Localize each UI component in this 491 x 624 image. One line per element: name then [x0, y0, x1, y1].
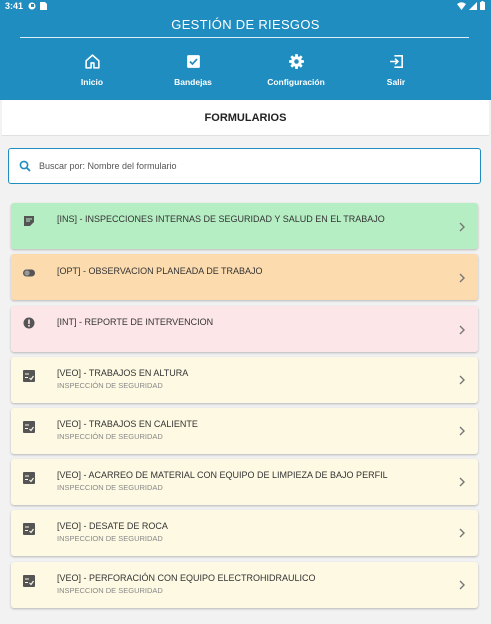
chevron-right-icon: [459, 580, 465, 590]
form-card[interactable]: [INT] - REPORTE DE INTERVENCION: [11, 306, 478, 352]
chevron-right-icon: [459, 477, 465, 487]
app-title: GESTIÓN DE RIESGOS: [171, 17, 320, 32]
nav-salir[interactable]: Salir: [341, 53, 451, 87]
checklist-icon: [23, 370, 35, 382]
exit-icon: [389, 55, 403, 68]
form-title: [VEO] - DESATE DE ROCA: [57, 521, 168, 531]
chevron-right-icon: [459, 222, 465, 232]
nav-inicio[interactable]: Inicio: [37, 53, 147, 87]
checklist-icon: [23, 421, 35, 433]
home-icon: [84, 54, 100, 69]
form-card[interactable]: [VEO] - ACARREO DE MATERIAL CON EQUIPO D…: [11, 459, 478, 505]
battery-icon: [480, 1, 485, 10]
form-card[interactable]: [VEO] - DESATE DE ROCA INSPECCION DE SEG…: [11, 510, 478, 556]
form-title: [VEO] - PERFORACIÓN CON EQUIPO ELECTROHI…: [57, 573, 316, 583]
checklist-icon: [23, 523, 35, 535]
search-icon: [19, 160, 31, 172]
search-box[interactable]: [8, 148, 481, 184]
form-card[interactable]: [OPT] - OBSERVACION PLANEADA DE TRABAJO: [11, 254, 478, 300]
chevron-right-icon: [459, 375, 465, 385]
notification-icon: [28, 2, 36, 10]
status-right: [457, 1, 485, 10]
nav-label: Bandejas: [174, 77, 212, 87]
form-subtitle: INSPECCION DE SEGURIDAD: [57, 483, 163, 492]
status-time: 3:41: [5, 1, 24, 11]
app-bar: GESTIÓN DE RIESGOS Inicio Bandejas Confi…: [0, 13, 491, 100]
nav-bandejas[interactable]: Bandejas: [138, 53, 248, 87]
chevron-right-icon: [459, 325, 465, 335]
alert-icon: [23, 317, 35, 329]
wifi-icon: [457, 1, 466, 10]
check-box-icon: [186, 55, 200, 68]
status-bar: 3:41: [0, 0, 491, 13]
form-card[interactable]: [VEO] - TRABAJOS EN CALIENTE INSPECCIÓN …: [11, 408, 478, 454]
form-card[interactable]: [VEO] - PERFORACIÓN CON EQUIPO ELECTROHI…: [11, 562, 478, 608]
form-card[interactable]: [INS] - INSPECCIONES INTERNAS DE SEGURID…: [11, 203, 478, 249]
top-nav: Inicio Bandejas Configuración Salir: [0, 53, 491, 97]
section-title: FORMULARIOS: [2, 100, 489, 136]
form-title: [OPT] - OBSERVACION PLANEADA DE TRABAJO: [57, 266, 263, 276]
toggle-icon: [23, 269, 35, 277]
form-title: [VEO] - TRABAJOS EN ALTURA: [57, 368, 189, 378]
nav-label: Configuración: [267, 77, 325, 87]
form-subtitle: INSPECCION DE SEGURIDAD: [57, 534, 163, 543]
chevron-right-icon: [459, 273, 465, 283]
form-subtitle: INSPECCIÓN DE SEGURIDAD: [57, 432, 163, 441]
chevron-right-icon: [459, 426, 465, 436]
nav-configuracion[interactable]: Configuración: [241, 53, 351, 87]
form-title: [VEO] - ACARREO DE MATERIAL CON EQUIPO D…: [57, 470, 388, 480]
checklist-icon: [23, 472, 35, 484]
note-icon: [24, 216, 34, 226]
form-card[interactable]: [VEO] - TRABAJOS EN ALTURA INSPECCIÓN DE…: [11, 357, 478, 403]
form-title: [INT] - REPORTE DE INTERVENCION: [57, 317, 214, 327]
form-subtitle: INSPECCIÓN DE SEGURIDAD: [57, 381, 163, 390]
search-input[interactable]: [39, 157, 469, 175]
signal-icon: [469, 1, 477, 10]
form-subtitle: INSPECCION DE SEGURIDAD: [57, 586, 163, 595]
title-divider: [20, 37, 469, 38]
sim-card-icon: [40, 2, 47, 10]
checklist-icon: [23, 575, 35, 587]
chevron-right-icon: [459, 528, 465, 538]
form-title: [INS] - INSPECCIONES INTERNAS DE SEGURID…: [57, 214, 385, 224]
form-title: [VEO] - TRABAJOS EN CALIENTE: [57, 419, 198, 429]
nav-label: Inicio: [80, 77, 104, 87]
gear-icon: [288, 54, 304, 69]
nav-label: Salir: [386, 77, 406, 87]
